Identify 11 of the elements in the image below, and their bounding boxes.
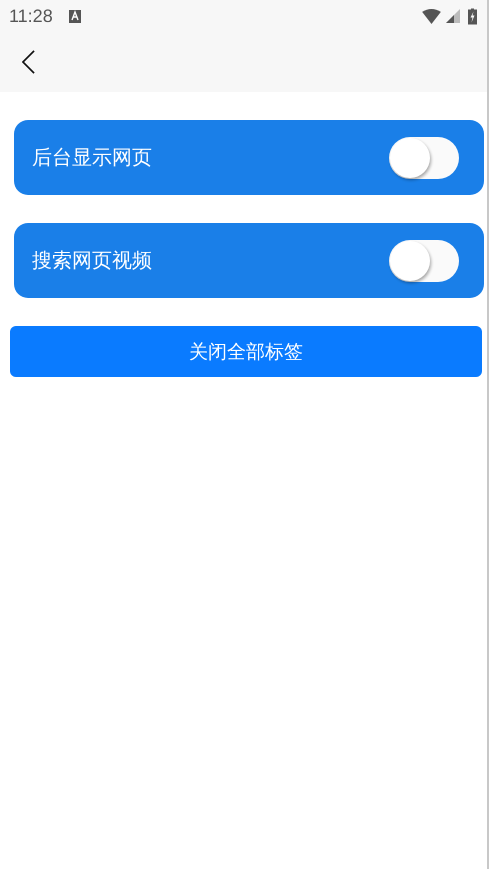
status-time: 11:28 — [9, 6, 53, 26]
battery-charging-icon — [468, 8, 477, 24]
setting-label: 搜索网页视频 — [32, 247, 152, 274]
setting-label: 后台显示网页 — [32, 144, 152, 171]
back-icon[interactable] — [22, 49, 35, 75]
keyboard-icon — [68, 10, 81, 22]
toggle-switch[interactable] — [389, 240, 459, 282]
wifi-icon — [422, 8, 441, 24]
signal-icon — [446, 9, 460, 23]
toggle-switch[interactable] — [389, 136, 459, 178]
close-all-tabs-button[interactable]: 关闭全部标签 — [10, 326, 482, 377]
